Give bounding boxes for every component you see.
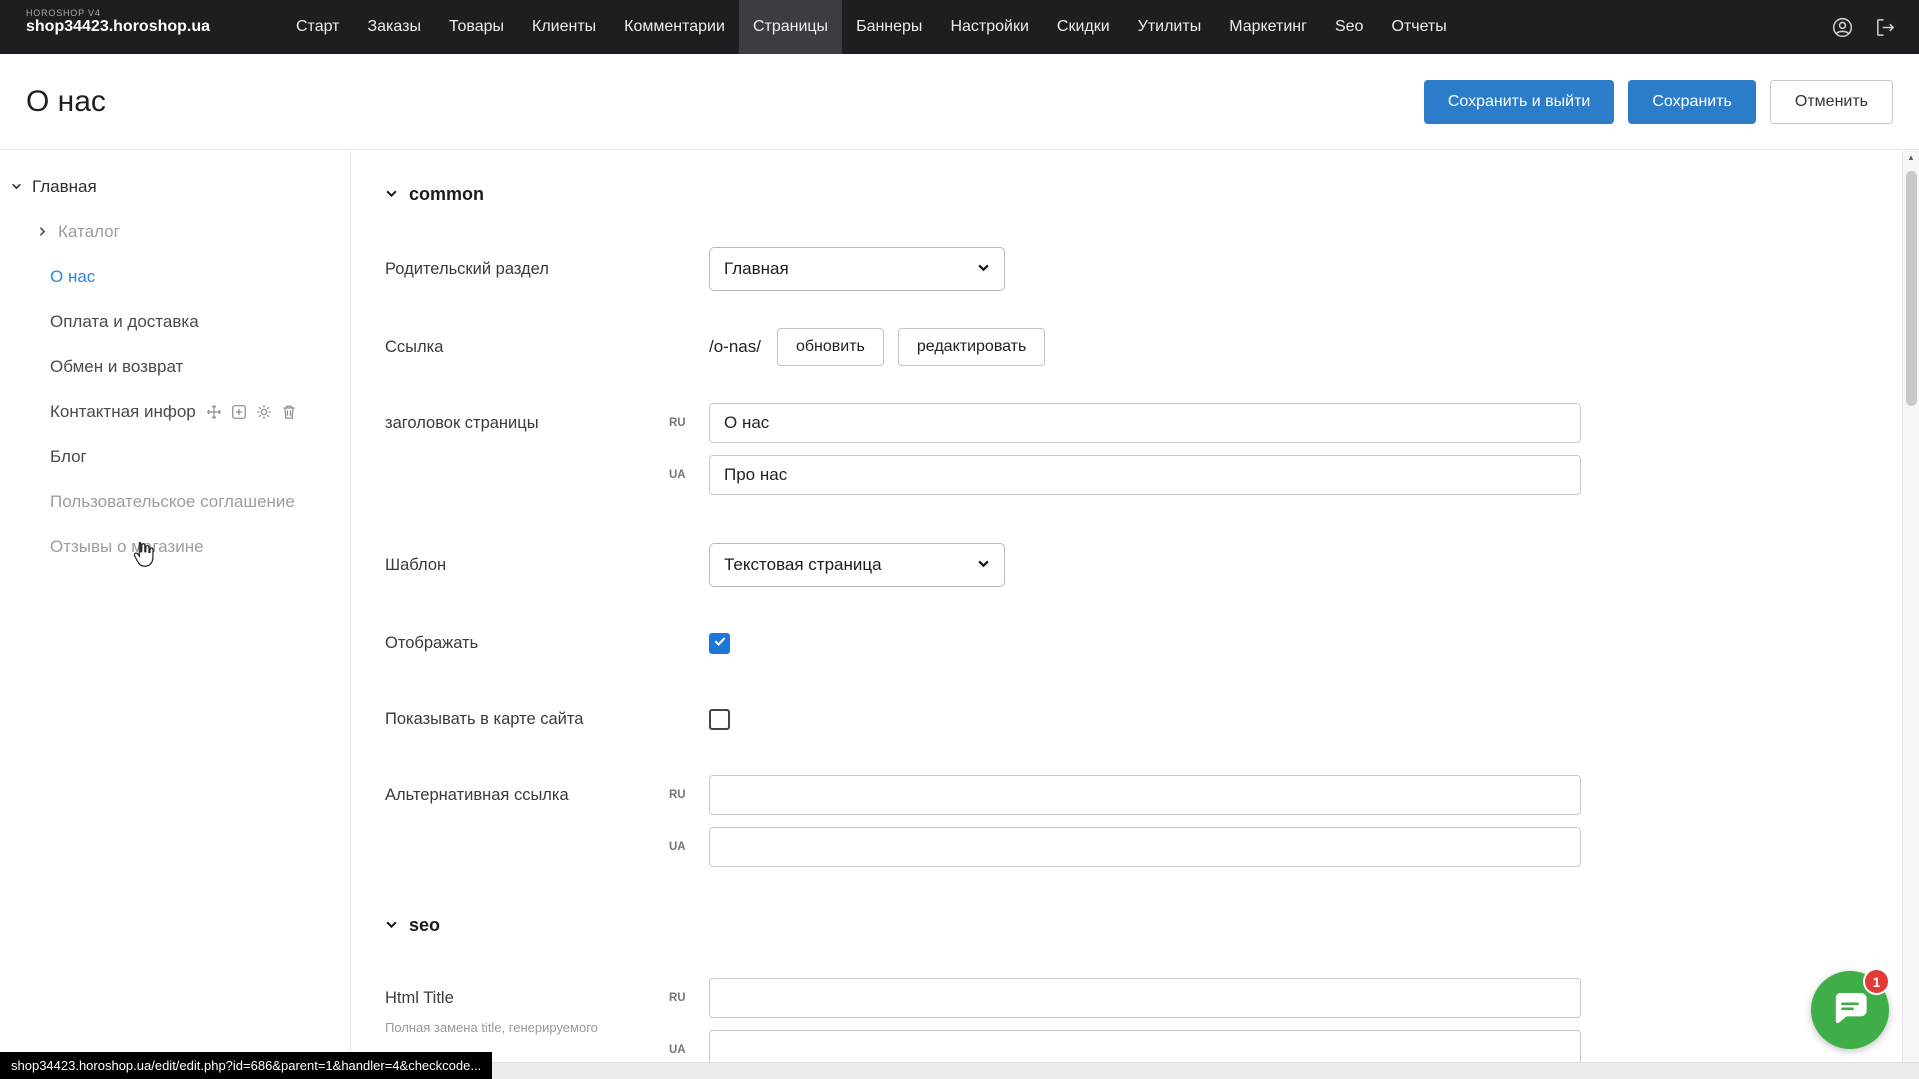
sidebar-item-home[interactable]: Главная — [0, 164, 350, 209]
menu-discounts[interactable]: Скидки — [1043, 0, 1124, 54]
lang-tag-ua: UA — [669, 469, 709, 481]
sidebar-item-store-reviews[interactable]: Отзывы о магазине — [0, 524, 350, 569]
page-header: О нас Сохранить и выйти Сохранить Отмени… — [0, 54, 1919, 150]
sidebar-item-blog[interactable]: Блог — [0, 434, 350, 479]
link-value: /o-nas/ — [709, 337, 761, 357]
sidebar-item-user-agreement[interactable]: Пользовательское соглашение — [0, 479, 350, 524]
parent-section-value: Главная — [724, 259, 789, 279]
sidebar-item-label: Главная — [32, 177, 97, 197]
template-value: Текстовая страница — [724, 555, 882, 575]
topbar: HOROSHOP V4 shop34423.horoshop.ua Старт … — [0, 0, 1919, 54]
link-refresh-button[interactable]: обновить — [777, 328, 884, 366]
section-seo-label: seo — [409, 915, 440, 936]
chevron-down-icon[interactable] — [385, 184, 398, 205]
display-label: Отображать — [385, 634, 669, 653]
link-label: Ссылка — [385, 338, 669, 357]
sidebar-item-about[interactable]: О нас — [0, 254, 350, 299]
cancel-button[interactable]: Отменить — [1770, 80, 1893, 124]
section-common[interactable]: common — [385, 184, 1919, 205]
pages-tree-sidebar: Главная Каталог О нас Оплата и доставка … — [0, 150, 351, 1079]
menu-clients[interactable]: Клиенты — [518, 0, 610, 54]
lang-tag-ru: RU — [669, 417, 709, 429]
settings-icon[interactable] — [256, 404, 272, 420]
sidebar-item-label: Оплата и доставка — [50, 312, 199, 332]
alt-link-ru-input[interactable] — [709, 775, 1581, 815]
menu-banners[interactable]: Баннеры — [842, 0, 936, 54]
section-seo[interactable]: seo — [385, 915, 1919, 936]
page-heading-ru-input[interactable] — [709, 403, 1581, 443]
save-and-exit-button[interactable]: Сохранить и выйти — [1424, 80, 1615, 124]
sidebar-item-label: Пользовательское соглашение — [50, 492, 295, 512]
sidebar-item-label: Каталог — [58, 222, 120, 242]
scrollbar-thumb[interactable] — [1906, 171, 1917, 406]
add-page-icon[interactable] — [231, 404, 247, 420]
menu-seo[interactable]: Seo — [1321, 0, 1377, 54]
scroll-up-arrow-icon[interactable]: ▲ — [1903, 151, 1919, 162]
sidebar-item-payment-delivery[interactable]: Оплата и доставка — [0, 299, 350, 344]
vertical-scrollbar[interactable]: ▲ — [1902, 151, 1919, 1062]
sidebar-item-label: О нас — [50, 267, 95, 287]
menu-reports[interactable]: Отчеты — [1377, 0, 1460, 54]
chat-bubble-icon — [1830, 988, 1870, 1033]
html-title-ru-input[interactable] — [709, 978, 1581, 1018]
display-checkbox[interactable] — [709, 633, 730, 654]
status-url-tooltip: shop34423.horoshop.ua/edit/edit.php?id=6… — [0, 1052, 492, 1079]
menu-comments[interactable]: Комментарии — [610, 0, 739, 54]
html-title-hint: Полная замена title, генерируемого — [385, 1020, 669, 1035]
page-edit-form: common Родительский раздел Главная Ссылк… — [351, 150, 1919, 1079]
chevron-down-icon[interactable] — [10, 180, 23, 193]
logout-icon[interactable] — [1874, 16, 1897, 39]
page-heading-ua-input[interactable] — [709, 455, 1581, 495]
lang-tag-ru: RU — [669, 789, 709, 801]
menu-orders[interactable]: Заказы — [353, 0, 434, 54]
sidebar-item-contact-info[interactable]: Контактная инфор — [0, 389, 350, 434]
lang-tag-ru: RU — [669, 992, 709, 1004]
alt-link-ua-input[interactable] — [709, 827, 1581, 867]
sidebar-item-label: Отзывы о магазине — [50, 537, 204, 557]
sidebar-item-label: Блог — [50, 447, 87, 467]
menu-marketing[interactable]: Маркетинг — [1215, 0, 1321, 54]
sitemap-checkbox[interactable] — [709, 709, 730, 730]
parent-section-label: Родительский раздел — [385, 260, 669, 279]
brand-version: HOROSHOP V4 — [26, 8, 250, 18]
template-select[interactable]: Текстовая страница — [709, 543, 1005, 587]
sitemap-label: Показывать в карте сайта — [385, 710, 669, 729]
link-edit-button[interactable]: редактировать — [898, 328, 1045, 366]
parent-section-select[interactable]: Главная — [709, 247, 1005, 291]
delete-icon[interactable] — [281, 404, 297, 420]
lang-tag-ua: UA — [669, 841, 709, 853]
page-title: О нас — [26, 85, 106, 119]
template-label: Шаблон — [385, 556, 669, 575]
chevron-down-icon[interactable] — [385, 915, 398, 936]
chat-unread-badge: 1 — [1863, 968, 1890, 995]
menu-settings[interactable]: Настройки — [936, 0, 1042, 54]
menu-products[interactable]: Товары — [435, 0, 518, 54]
menu-utilities[interactable]: Утилиты — [1124, 0, 1216, 54]
move-icon[interactable] — [206, 404, 222, 420]
sidebar-item-catalog[interactable]: Каталог — [0, 209, 350, 254]
sidebar-item-exchange-return[interactable]: Обмен и возврат — [0, 344, 350, 389]
sidebar-item-label: Обмен и возврат — [50, 357, 183, 377]
chevron-right-icon[interactable] — [36, 225, 49, 238]
section-common-label: common — [409, 184, 484, 205]
alt-link-label: Альтернативная ссылка — [385, 775, 669, 815]
chevron-down-icon — [977, 259, 990, 279]
sidebar-item-label: Контактная инфор — [50, 402, 196, 422]
chat-widget-button[interactable]: 1 — [1811, 971, 1889, 1049]
chevron-down-icon — [977, 555, 990, 575]
brand[interactable]: HOROSHOP V4 shop34423.horoshop.ua — [0, 0, 250, 54]
brand-domain: shop34423.horoshop.ua — [26, 18, 250, 36]
save-button[interactable]: Сохранить — [1628, 80, 1756, 124]
html-title-label: Html Title — [385, 978, 669, 1018]
main-menu: Старт Заказы Товары Клиенты Комментарии … — [282, 0, 1461, 54]
user-account-icon[interactable] — [1831, 16, 1854, 39]
menu-start[interactable]: Старт — [282, 0, 353, 54]
check-icon — [713, 634, 727, 653]
lang-tag-ua: UA — [669, 1044, 709, 1056]
menu-pages[interactable]: Страницы — [739, 0, 842, 54]
page-heading-label: заголовок страницы — [385, 403, 669, 443]
